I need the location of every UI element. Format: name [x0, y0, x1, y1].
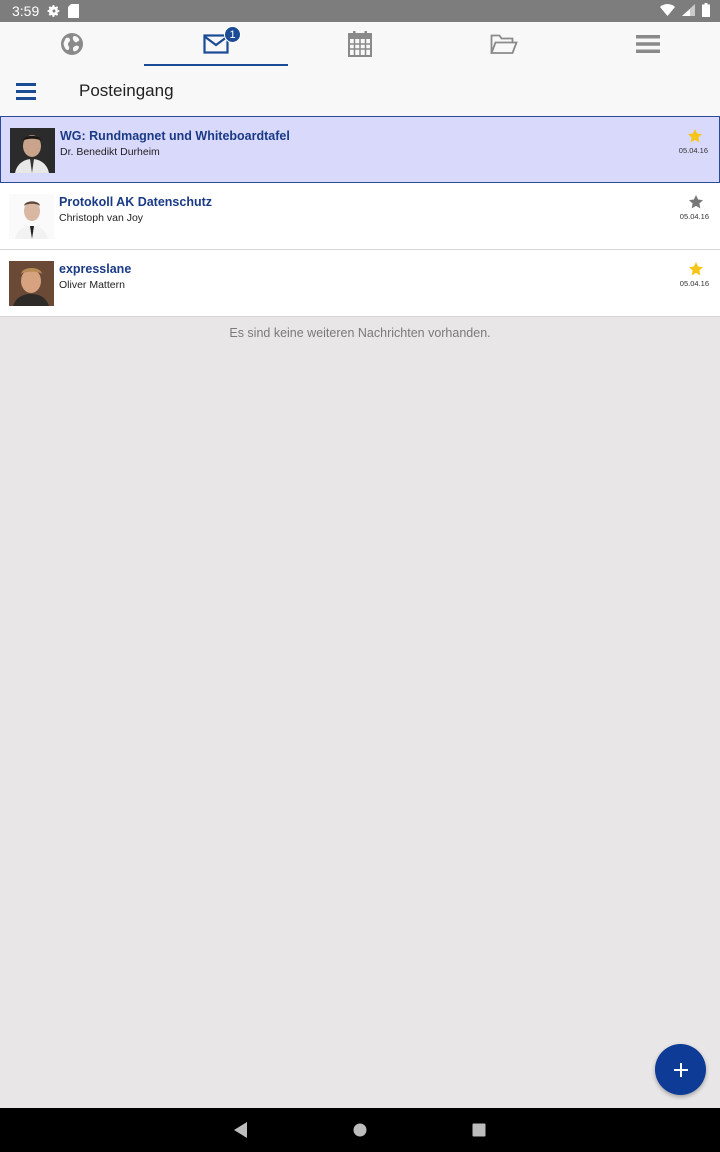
status-bar: 3:59	[0, 0, 720, 22]
menu-icon	[636, 35, 660, 53]
message-date: 05.04.16	[679, 279, 709, 288]
recents-button[interactable]	[467, 1118, 491, 1142]
folder-icon	[490, 34, 518, 54]
tab-files[interactable]	[432, 22, 576, 66]
back-button[interactable]	[229, 1118, 253, 1142]
settings-icon	[47, 4, 61, 18]
system-nav-bar	[0, 1108, 720, 1152]
compose-button[interactable]	[655, 1044, 706, 1095]
message-sender: Christoph van Joy	[59, 212, 144, 224]
message-sender: Oliver Mattern	[59, 279, 125, 291]
status-time: 3:59	[12, 3, 40, 19]
tab-calendar[interactable]	[288, 22, 432, 66]
back-icon	[234, 1122, 247, 1138]
home-icon	[353, 1123, 367, 1137]
signal-icon	[682, 3, 695, 19]
drawer-menu-button[interactable]	[6, 71, 46, 111]
message-row[interactable]: WG: Rundmagnet und Whiteboardtafel Dr. B…	[0, 116, 720, 183]
message-date: 05.04.16	[678, 146, 708, 155]
message-row[interactable]: expresslane Oliver Mattern 05.04.16	[0, 250, 720, 317]
plus-icon	[673, 1062, 688, 1077]
home-button[interactable]	[348, 1118, 372, 1142]
message-subject: expresslane	[59, 262, 132, 276]
end-of-list-notice: Es sind keine weiteren Nachrichten vorha…	[229, 326, 491, 340]
message-subject: WG: Rundmagnet und Whiteboardtafel	[60, 129, 290, 143]
recents-icon	[472, 1123, 486, 1137]
message-date: 05.04.16	[679, 212, 709, 221]
sd-card-icon	[68, 4, 80, 18]
star-icon[interactable]	[688, 194, 704, 210]
message-sender: Dr. Benedikt Durheim	[60, 146, 160, 158]
top-tab-bar: 1	[0, 22, 720, 66]
message-row[interactable]: Protokoll AK Datenschutz Christoph van J…	[0, 183, 720, 250]
unread-badge: 1	[224, 26, 241, 43]
globe-icon	[61, 33, 83, 55]
tab-mail[interactable]: 1	[144, 22, 288, 66]
tab-globe[interactable]	[0, 22, 144, 66]
hamburger-icon	[16, 82, 36, 100]
avatar	[10, 128, 55, 173]
wifi-icon	[660, 3, 675, 19]
avatar	[9, 194, 54, 239]
message-list: WG: Rundmagnet und Whiteboardtafel Dr. B…	[0, 116, 720, 317]
page-title: Posteingang	[79, 81, 174, 100]
message-subject: Protokoll AK Datenschutz	[59, 195, 213, 209]
avatar	[9, 261, 54, 306]
inbox-screen: 3:59 1 Posteingang WG: Rundmagnet und Wh…	[0, 0, 720, 1152]
star-icon[interactable]	[688, 261, 704, 277]
star-icon[interactable]	[687, 128, 703, 144]
page-header: Posteingang	[0, 66, 720, 116]
battery-icon	[702, 2, 710, 20]
calendar-icon	[348, 31, 372, 57]
tab-more[interactable]	[576, 22, 720, 66]
